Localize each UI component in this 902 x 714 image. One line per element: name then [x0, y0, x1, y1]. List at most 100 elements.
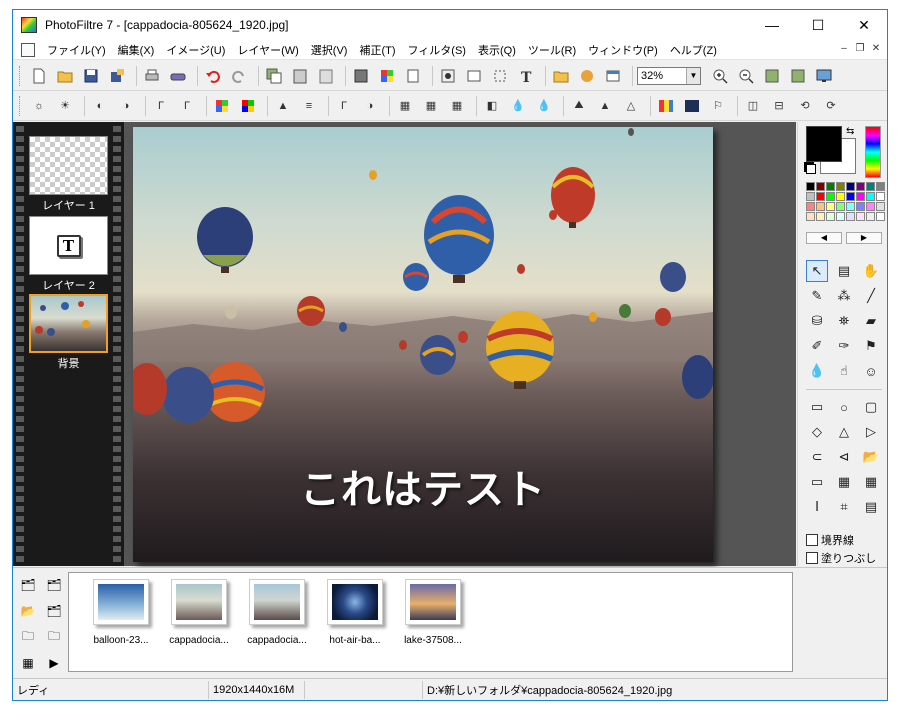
- save-as-icon[interactable]: [106, 65, 128, 87]
- palette-swatch[interactable]: [856, 192, 865, 201]
- window-icon[interactable]: [602, 65, 624, 87]
- triangle-icon[interactable]: ▲: [594, 95, 616, 117]
- levels-icon[interactable]: ▲: [272, 95, 294, 117]
- palette-swatch[interactable]: [836, 212, 845, 221]
- zoom-select[interactable]: 32% ▼: [637, 66, 701, 85]
- gamma-up-icon[interactable]: Γ: [176, 95, 198, 117]
- grid-large-icon[interactable]: ▦: [446, 95, 468, 117]
- zoom-out-icon[interactable]: [735, 65, 757, 87]
- transparency-icon[interactable]: ⚐: [707, 95, 729, 117]
- fill-option[interactable]: 塗りつぶし: [806, 550, 876, 566]
- menu-edit[interactable]: 編集(X): [112, 42, 161, 58]
- crop-icon[interactable]: [489, 65, 511, 87]
- palette-swatch[interactable]: [876, 212, 885, 221]
- undo-icon[interactable]: [202, 65, 224, 87]
- line-icon[interactable]: ╱: [860, 285, 882, 307]
- workspace[interactable]: これはテスト: [124, 122, 796, 566]
- diamond-icon[interactable]: ◇: [806, 421, 828, 443]
- menu-help[interactable]: ヘルプ(Z): [664, 42, 723, 58]
- new-file-icon[interactable]: [28, 65, 50, 87]
- palette-swatch[interactable]: [826, 212, 835, 221]
- grid-medium-icon[interactable]: ▦: [420, 95, 442, 117]
- print-icon[interactable]: [141, 65, 163, 87]
- layer-item[interactable]: レイヤー 1: [29, 136, 108, 213]
- arrow-right-icon[interactable]: ▷: [860, 421, 882, 443]
- transform-icon[interactable]: [463, 65, 485, 87]
- file-item[interactable]: cappadocia...: [163, 579, 235, 646]
- folder-tree-icon[interactable]: 🗂: [17, 574, 39, 596]
- hand-icon[interactable]: ✋: [860, 260, 882, 282]
- palette-swatch[interactable]: [876, 202, 885, 211]
- copy-image-icon[interactable]: [263, 65, 285, 87]
- palette-swatch[interactable]: [876, 182, 885, 191]
- gamma-down-icon[interactable]: Γ: [150, 95, 172, 117]
- selection-arrow-icon[interactable]: ↖: [806, 260, 828, 282]
- menu-file[interactable]: ファイル(Y): [41, 42, 112, 58]
- brightness-up-icon[interactable]: ☀: [54, 95, 76, 117]
- folder-refresh-icon[interactable]: 🗂: [43, 600, 65, 622]
- title-bar[interactable]: PhotoFiltre 7 - [cappadocia-805624_1920.…: [13, 10, 887, 40]
- color-spectrum[interactable]: [865, 126, 881, 178]
- maximize-button[interactable]: ☐: [795, 10, 841, 40]
- palette-swatch[interactable]: [806, 182, 815, 191]
- menu-filter[interactable]: フィルタ(S): [402, 42, 472, 58]
- file-thumbnail[interactable]: [405, 579, 461, 625]
- palette-swatch[interactable]: [846, 212, 855, 221]
- clone-icon[interactable]: ☺: [860, 360, 882, 382]
- fit-window-icon[interactable]: [787, 65, 809, 87]
- palette-swatch[interactable]: [866, 212, 875, 221]
- automate-icon[interactable]: [437, 65, 459, 87]
- menu-window[interactable]: ウィンドウ(P): [582, 42, 664, 58]
- triangle-icon[interactable]: △: [833, 421, 855, 443]
- doc-restore-button[interactable]: ❐: [853, 42, 867, 56]
- curves-icon[interactable]: ≡: [298, 95, 320, 117]
- palette-swatch[interactable]: [856, 212, 865, 221]
- photofiltre-app-icon[interactable]: [21, 17, 37, 33]
- polygon-icon[interactable]: ⊲: [833, 446, 855, 468]
- foreground-color-swatch[interactable]: [806, 126, 842, 162]
- contrast-down-icon[interactable]: ◐: [89, 95, 111, 117]
- reset-colors-icon[interactable]: [806, 164, 816, 174]
- file-item[interactable]: lake-37508...: [397, 579, 469, 646]
- rectangle-icon[interactable]: ▭: [806, 396, 828, 418]
- figure-icon[interactable]: [402, 65, 424, 87]
- overlay-text-layer[interactable]: これはテスト: [133, 457, 713, 515]
- open-folder-icon[interactable]: [54, 65, 76, 87]
- palette-swatch[interactable]: [856, 202, 865, 211]
- magic-wand-icon[interactable]: ⁂: [833, 285, 855, 307]
- layer-thumbnail[interactable]: T: [29, 216, 108, 275]
- menu-layer[interactable]: レイヤー(W): [231, 42, 304, 58]
- toolbar-grip[interactable]: [19, 65, 22, 86]
- flip-vertical-icon[interactable]: ⊟: [768, 95, 790, 117]
- menu-selection[interactable]: 選択(V): [305, 42, 354, 58]
- stamp-icon[interactable]: ⚑: [860, 335, 882, 357]
- file-item[interactable]: cappadocia...: [241, 579, 313, 646]
- color-balance-icon[interactable]: [655, 95, 677, 117]
- text-tool-icon[interactable]: T: [515, 65, 537, 87]
- swap-colors-icon[interactable]: ⇆: [846, 126, 854, 137]
- layer-item[interactable]: T レイヤー 2: [29, 216, 108, 293]
- image-size-icon[interactable]: ▤: [860, 496, 882, 518]
- close-button[interactable]: ✕: [841, 10, 887, 40]
- paste-new-icon[interactable]: [315, 65, 337, 87]
- palette-swatch[interactable]: [836, 202, 845, 211]
- folder-new-icon[interactable]: 🗀: [17, 626, 39, 648]
- doc-close-button[interactable]: ✕: [869, 42, 883, 56]
- palette-swatch[interactable]: [846, 182, 855, 191]
- select-all-icon[interactable]: ▭: [806, 471, 828, 493]
- blur-icon[interactable]: ◧: [481, 95, 503, 117]
- blur-drop-icon[interactable]: 💧: [806, 360, 828, 382]
- toolbar-grip[interactable]: [19, 95, 22, 116]
- expand-arrow-icon[interactable]: ▶: [43, 652, 65, 674]
- layer-item-selected[interactable]: 背景: [29, 294, 108, 371]
- doc-minimize-button[interactable]: –: [837, 42, 851, 56]
- plugin-icon[interactable]: [576, 65, 598, 87]
- rotate-right-icon[interactable]: ⟳: [820, 95, 842, 117]
- explorer-icon[interactable]: [550, 65, 572, 87]
- file-item[interactable]: hot-air-ba...: [319, 579, 391, 646]
- palette-swatch[interactable]: [856, 182, 865, 191]
- ratio-3-2-icon[interactable]: ▦: [860, 471, 882, 493]
- sharpen-icon[interactable]: 💧: [533, 95, 555, 117]
- file-thumbnail[interactable]: [93, 579, 149, 625]
- palette-swatch[interactable]: [846, 192, 855, 201]
